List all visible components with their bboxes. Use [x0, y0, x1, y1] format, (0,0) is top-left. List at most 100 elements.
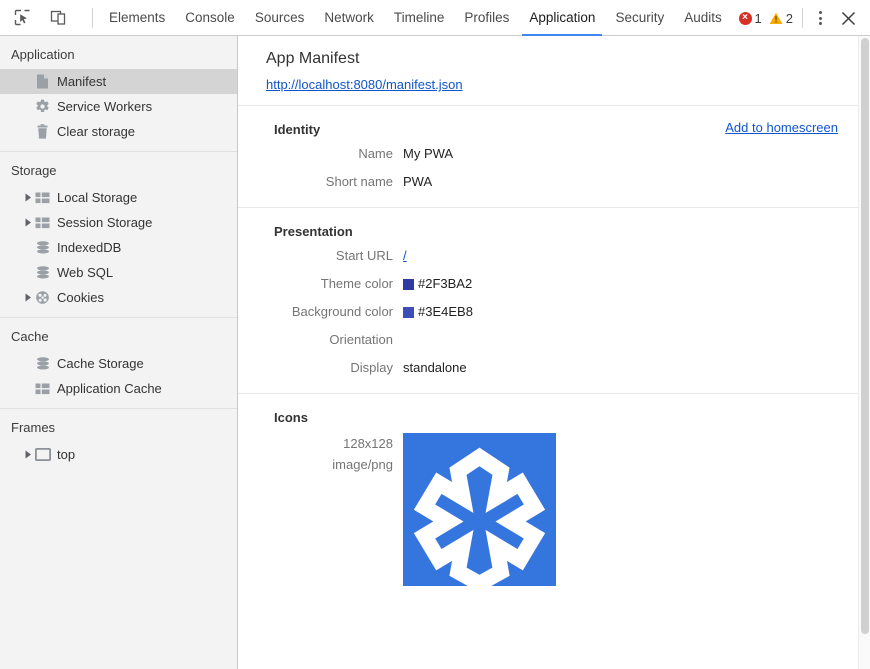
application-sidebar: Application Manifest: [0, 36, 238, 669]
field-label: Name: [238, 145, 403, 163]
chevron-right-icon[interactable]: [22, 193, 34, 202]
sidebar-item-label: Session Storage: [57, 215, 152, 230]
sidebar-item-label: Web SQL: [57, 265, 113, 280]
toolbar-right-group: × 1 2: [739, 0, 870, 36]
field-value-wrap: #2F3BA2: [403, 275, 472, 293]
warning-icon: [769, 12, 783, 25]
sidebar-section-frames: Frames top: [0, 409, 237, 474]
field-value: #2F3BA2: [418, 275, 472, 293]
tab-timeline[interactable]: Timeline: [384, 0, 455, 36]
sidebar-section-application: Application Manifest: [0, 36, 237, 152]
start-url-link[interactable]: /: [403, 247, 407, 265]
document-icon: [34, 74, 51, 89]
icons-section: Icons 128x128 image/png: [238, 393, 870, 600]
tab-label: Application: [529, 10, 595, 25]
toolbar-divider: [92, 8, 93, 28]
frame-icon: [34, 448, 51, 461]
warning-count: 2: [786, 11, 793, 26]
devtools-body: Application Manifest: [0, 36, 870, 669]
tab-label: Console: [185, 10, 235, 25]
sidebar-item-session-storage[interactable]: Session Storage: [0, 210, 237, 235]
sidebar-section-title: Application: [0, 36, 237, 69]
chevron-right-icon[interactable]: [22, 293, 34, 302]
field-label: Short name: [238, 173, 403, 191]
tab-network[interactable]: Network: [314, 0, 384, 36]
field-label: Background color: [238, 303, 403, 321]
tab-label: Security: [615, 10, 664, 25]
manifest-panel: App Manifest http://localhost:8080/manif…: [238, 36, 870, 669]
table-icon: [34, 383, 51, 395]
tab-label: Elements: [109, 10, 165, 25]
main-scrollbar[interactable]: [858, 36, 870, 669]
sidebar-item-label: IndexedDB: [57, 240, 121, 255]
tab-label: Audits: [684, 10, 722, 25]
field-label: Display: [238, 359, 403, 377]
field-row-display: Display standalone: [238, 359, 870, 377]
field-row-start-url: Start URL /: [238, 247, 870, 265]
table-icon: [34, 217, 51, 229]
background-color-swatch: [403, 307, 414, 318]
sidebar-item-local-storage[interactable]: Local Storage: [0, 185, 237, 210]
field-row-orientation: Orientation: [238, 331, 870, 349]
tab-profiles[interactable]: Profiles: [454, 0, 519, 36]
sidebar-item-indexeddb[interactable]: IndexedDB: [0, 235, 237, 260]
sidebar-item-label: Cookies: [57, 290, 104, 305]
manifest-url-link[interactable]: http://localhost:8080/manifest.json: [266, 77, 463, 92]
field-value: My PWA: [403, 145, 453, 163]
tab-audits[interactable]: Audits: [674, 0, 732, 36]
tab-console[interactable]: Console: [175, 0, 245, 36]
close-icon[interactable]: [835, 5, 861, 31]
sidebar-item-service-workers[interactable]: Service Workers: [0, 94, 237, 119]
kebab-menu-icon[interactable]: [809, 5, 831, 31]
error-badge[interactable]: × 1: [739, 11, 762, 26]
sidebar-item-label: Manifest: [57, 74, 106, 89]
warning-badge[interactable]: 2: [769, 11, 793, 26]
sidebar-section-title: Storage: [0, 152, 237, 185]
error-count: 1: [755, 11, 762, 26]
cookie-icon: [34, 290, 51, 305]
tab-label: Network: [324, 10, 374, 25]
manifest-icon-row: 128x128 image/png: [238, 433, 870, 586]
sidebar-item-cookies[interactable]: Cookies: [0, 285, 237, 310]
field-value: #3E4EB8: [418, 303, 473, 321]
sidebar-item-label: Local Storage: [57, 190, 137, 205]
tab-label: Profiles: [464, 10, 509, 25]
sidebar-item-top-frame[interactable]: top: [0, 442, 237, 467]
icon-mime-type: image/png: [238, 454, 393, 475]
manifest-icon-preview: [403, 433, 556, 586]
field-label: Orientation: [238, 331, 403, 349]
device-toolbar-icon[interactable]: [45, 5, 71, 31]
field-row-name: Name My PWA: [238, 145, 870, 163]
icon-size: 128x128: [238, 433, 393, 454]
chevron-right-icon[interactable]: [22, 450, 34, 459]
table-icon: [34, 192, 51, 204]
six-pointed-asterisk-icon: [403, 433, 556, 586]
database-icon: [34, 241, 51, 255]
panel-tab-list: Elements Console Sources Network Timelin…: [99, 0, 732, 36]
field-label: Theme color: [238, 275, 403, 293]
scrollbar-thumb[interactable]: [861, 38, 869, 634]
add-to-homescreen-link[interactable]: Add to homescreen: [725, 120, 838, 135]
tab-application[interactable]: Application: [519, 0, 605, 36]
sidebar-item-cache-storage[interactable]: Cache Storage: [0, 351, 237, 376]
sidebar-item-label: Cache Storage: [57, 356, 144, 371]
sidebar-item-application-cache[interactable]: Application Cache: [0, 376, 237, 401]
toolbar-icon-group: [0, 5, 99, 31]
sidebar-item-clear-storage[interactable]: Clear storage: [0, 119, 237, 144]
sidebar-item-web-sql[interactable]: Web SQL: [0, 260, 237, 285]
chevron-right-icon[interactable]: [22, 218, 34, 227]
field-row-theme-color: Theme color #2F3BA2: [238, 275, 870, 293]
tab-security[interactable]: Security: [605, 0, 674, 36]
field-row-short-name: Short name PWA: [238, 173, 870, 191]
field-value: standalone: [403, 359, 467, 377]
sidebar-item-manifest[interactable]: Manifest: [0, 69, 237, 94]
field-value: PWA: [403, 173, 432, 191]
field-row-background-color: Background color #3E4EB8: [238, 303, 870, 321]
inspect-element-icon[interactable]: [9, 5, 35, 31]
field-value-wrap: #3E4EB8: [403, 303, 473, 321]
tab-sources[interactable]: Sources: [245, 0, 315, 36]
sidebar-item-label: Clear storage: [57, 124, 135, 139]
tab-elements[interactable]: Elements: [99, 0, 175, 36]
devtools-toolbar: Elements Console Sources Network Timelin…: [0, 0, 870, 36]
sidebar-item-label: Service Workers: [57, 99, 152, 114]
